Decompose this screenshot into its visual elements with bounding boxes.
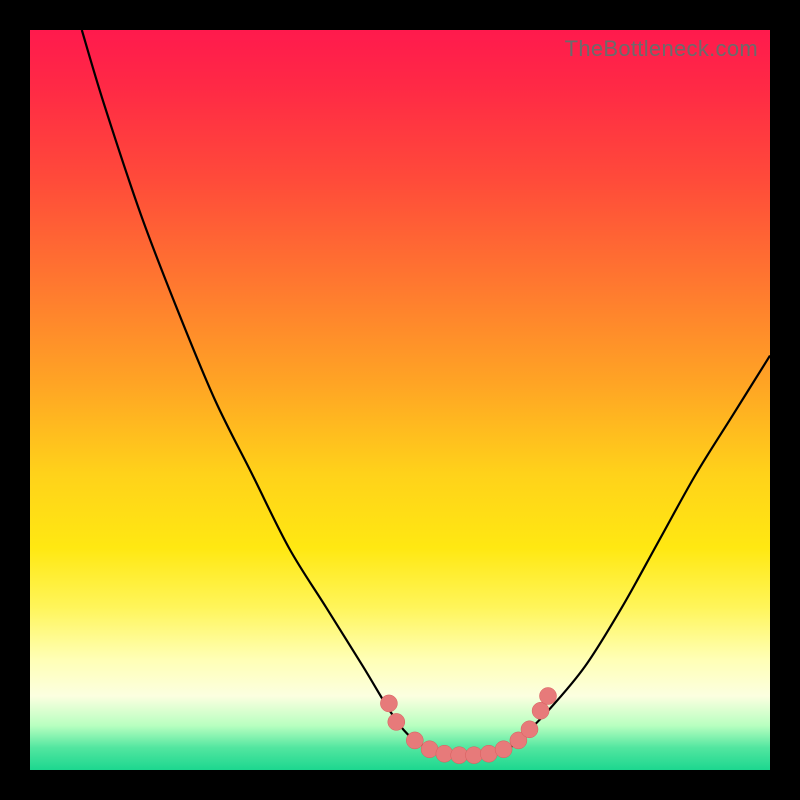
plot-area: TheBottleneck.com bbox=[30, 30, 770, 770]
curve-marker bbox=[421, 741, 438, 758]
curve-marker bbox=[495, 741, 512, 758]
chart-overlay bbox=[30, 30, 770, 770]
curve-markers bbox=[380, 688, 556, 764]
curve-marker bbox=[532, 702, 549, 719]
curve-marker bbox=[406, 732, 423, 749]
curve-marker bbox=[521, 721, 538, 738]
curve-marker bbox=[540, 688, 557, 705]
chart-frame: TheBottleneck.com bbox=[0, 0, 800, 800]
curve-marker bbox=[436, 745, 453, 762]
bottleneck-curve bbox=[82, 30, 770, 755]
curve-marker bbox=[480, 745, 497, 762]
curve-marker bbox=[388, 713, 405, 730]
curve-marker bbox=[380, 695, 397, 712]
curve-marker bbox=[466, 747, 483, 764]
curve-marker bbox=[451, 747, 468, 764]
